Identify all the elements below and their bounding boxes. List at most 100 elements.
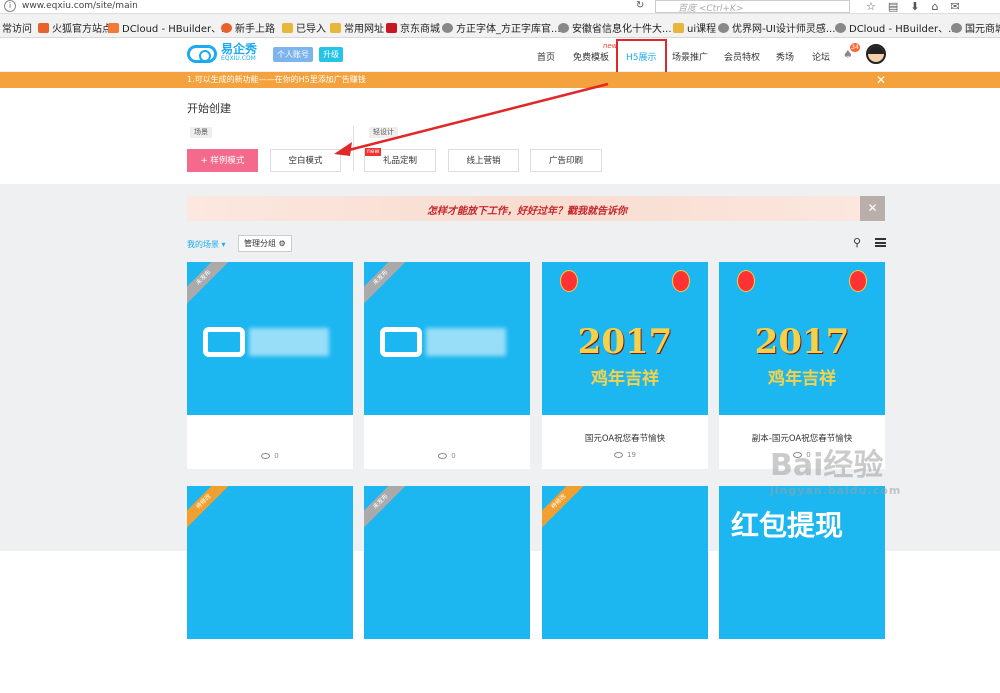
card-thumbnail: 2017 鸡年吉祥 — [719, 262, 885, 415]
scene-card[interactable]: 未发布 0 — [187, 262, 353, 469]
bookmark-label: 安徽省信息化十件大... — [572, 24, 672, 35]
new-badge: new — [365, 148, 382, 156]
notice-text[interactable]: 1.可以生成的新功能——在你的H5里添加广告赚钱 — [187, 72, 366, 88]
notification-badge: 34 — [850, 43, 860, 52]
scene-card[interactable]: 2017 鸡年吉祥 副本-国元OA祝您春节愉快 0 — [719, 262, 885, 469]
menu-icon[interactable] — [875, 238, 886, 247]
ad-printing-button[interactable]: 广告印刷 — [530, 149, 602, 172]
nav-forum[interactable]: 论坛 — [812, 50, 830, 63]
sample-mode-button[interactable]: + 样例模式 — [187, 149, 258, 172]
bookmark-label: 已导入 — [296, 24, 326, 35]
nav-member-privileges[interactable]: 会员特权 — [724, 50, 760, 63]
view-count: 0 — [187, 452, 353, 460]
bookmark-label: DCloud - HBuilder、... — [122, 24, 231, 35]
my-scenes-dropdown[interactable]: 我的场景 ▾ — [187, 239, 226, 250]
bookmark-item[interactable]: 新手上路 — [221, 20, 275, 35]
globe-icon — [951, 22, 962, 33]
folder-icon — [673, 22, 684, 33]
scene-card[interactable]: 红包提现 — [719, 486, 885, 693]
bell-icon[interactable]: ♠ 34 — [843, 43, 860, 61]
nav-showfield[interactable]: 秀场 — [776, 50, 794, 63]
bookmark-item[interactable]: 国元商城 — [951, 20, 1000, 35]
blank-mode-button[interactable]: 空白模式 — [270, 149, 341, 172]
card-thumbnail: 2017 鸡年吉祥 — [542, 262, 708, 415]
section-title: 开始创建 — [187, 102, 231, 115]
view-count: 0 — [364, 452, 530, 460]
watermark-url: jingyan.baidu.com — [770, 484, 902, 497]
url-text[interactable]: www.eqxiu.com/site/main — [22, 1, 138, 11]
bookmark-item[interactable]: 常用网址 — [330, 20, 384, 35]
dcloud-icon — [108, 22, 119, 33]
online-marketing-button[interactable]: 线上营销 — [448, 149, 519, 172]
bookmark-item[interactable]: 京东商城 — [386, 20, 440, 35]
card-thumbnail — [542, 486, 708, 639]
manage-groups-label: 管理分组 — [244, 239, 276, 248]
red-envelope-text: 红包提现 — [731, 509, 844, 542]
bookmark-item[interactable]: 火狐官方站点 — [38, 20, 112, 35]
bookmark-item[interactable]: 常访问 — [2, 20, 32, 35]
folder-icon — [282, 22, 293, 33]
bookmark-item[interactable]: 优界网-UI设计师灵感... — [718, 20, 835, 35]
year-text: 2017 — [754, 322, 850, 362]
bookmark-item[interactable]: 已导入 — [282, 20, 326, 35]
browser-search-input[interactable]: 百度 <Ctrl+K> — [655, 0, 850, 14]
search-icon[interactable]: ⚲ — [853, 236, 861, 249]
reload-icon[interactable]: ↻ — [636, 0, 644, 11]
my-scenes-label: 我的场景 — [187, 240, 219, 249]
promo-banner[interactable]: 怎样才能放下工作，好好过年？戳我就告诉你 ✕ — [187, 196, 885, 221]
lantern-icon — [737, 270, 755, 292]
nav-free-templates[interactable]: 免费模板 — [573, 50, 609, 63]
logo-domain: EQXIU.COM — [221, 55, 256, 62]
manage-groups-button[interactable]: 管理分组 ⚙ — [238, 235, 292, 252]
bookmarks-bar: 常访问 火狐官方站点 DCloud - HBuilder、... 新手上路 已导… — [0, 14, 1000, 38]
avatar[interactable] — [866, 44, 886, 64]
bookmark-label: 常用网址 — [344, 24, 384, 35]
info-icon[interactable]: i — [4, 0, 16, 12]
card-thumbnail — [364, 486, 530, 639]
personal-account-button[interactable]: 个人账号 — [273, 47, 313, 62]
logo-icon — [203, 327, 245, 357]
card-thumbnail — [364, 262, 530, 415]
create-section: 开始创建 场景 轻设计 + 样例模式 空白模式 礼品定制 new 线上营销 广告… — [0, 88, 1000, 184]
card-title[interactable]: 国元OA祝您春节愉快 — [542, 432, 708, 444]
globe-icon — [442, 22, 453, 33]
bookmark-label: 火狐官方站点 — [52, 24, 112, 35]
baidu-watermark: Bai经验 jingyan.baidu.com — [770, 440, 901, 497]
divider — [353, 126, 354, 171]
tag-scene: 场景 — [190, 127, 212, 138]
card-thumbnail — [187, 486, 353, 639]
bookmark-label: 常访问 — [2, 24, 32, 35]
close-icon[interactable]: ✕ — [876, 72, 886, 88]
scene-card[interactable]: 2017 鸡年吉祥 国元OA祝您春节愉快 19 — [542, 262, 708, 469]
nav-home[interactable]: 首页 — [537, 50, 555, 63]
scene-card[interactable]: 待修改 — [187, 486, 353, 693]
bookmark-label: 优界网-UI设计师灵感... — [732, 24, 836, 35]
bookmark-item[interactable]: ui课程 — [673, 20, 716, 35]
close-icon[interactable]: ✕ — [860, 196, 885, 221]
card-thumbnail: 红包提现 — [719, 486, 885, 639]
browser-url-bar[interactable]: i www.eqxiu.com/site/main ↻ 百度 <Ctrl+K> … — [0, 0, 1000, 14]
upgrade-button[interactable]: 升级 — [319, 47, 343, 62]
toolbar-icons[interactable]: ☆▤⬇⌂✉ — [866, 0, 972, 13]
site-header: 易企秀 EQXIU.COM 个人账号 升级 首页 免费模板 new H5展示 场… — [0, 38, 1000, 72]
bookmark-item[interactable]: DCloud - HBuilder、... — [835, 20, 958, 35]
scene-card[interactable]: 未发布 0 — [364, 262, 530, 469]
watermark-brand: Bai经验 — [770, 448, 884, 483]
bookmark-item[interactable]: 方正字体_方正字库官... — [442, 20, 561, 35]
banner-text: 怎样才能放下工作，好好过年？戳我就告诉你 — [427, 206, 627, 217]
scene-card[interactable]: 待修改 — [542, 486, 708, 693]
bookmark-label: 方正字体_方正字库官... — [456, 24, 561, 35]
card-thumbnail — [187, 262, 353, 415]
globe-icon — [718, 22, 729, 33]
site-logo[interactable]: 易企秀 EQXIU.COM — [187, 43, 257, 64]
bookmark-item[interactable]: DCloud - HBuilder、... — [108, 20, 231, 35]
bookmark-label: DCloud - HBuilder、... — [849, 24, 958, 35]
eye-icon — [261, 453, 271, 459]
scene-card[interactable]: 未发布 — [364, 486, 530, 693]
eye-icon — [438, 453, 448, 459]
view-count-value: 0 — [274, 452, 279, 460]
bookmark-item[interactable]: 安徽省信息化十件大... — [558, 20, 672, 35]
view-count-value: 19 — [627, 451, 636, 459]
folder-icon — [330, 22, 341, 33]
nav-scene-promotion[interactable]: 场景推广 — [672, 50, 708, 63]
